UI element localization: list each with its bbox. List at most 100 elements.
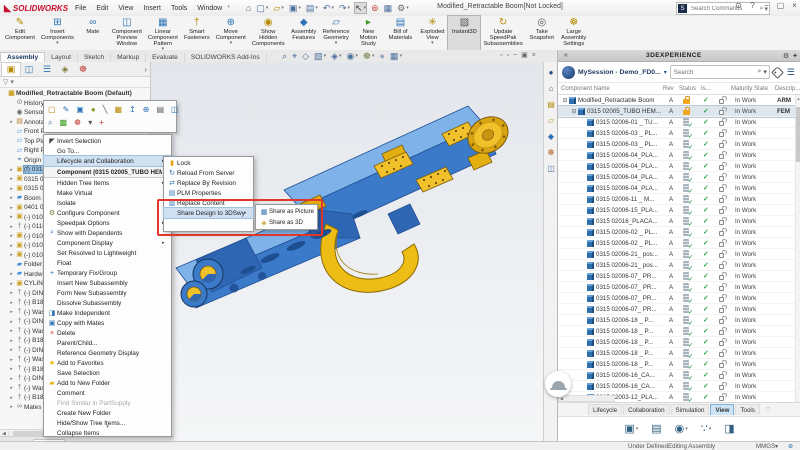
session-caret-icon[interactable]: ▾ (664, 69, 667, 76)
context-menu-item[interactable]: Lifecycle and Collaboration ▸ (44, 156, 171, 166)
share-submenu-item[interactable]: ◈ Share as 3D (256, 217, 317, 228)
document-window-button[interactable]: × (532, 51, 536, 61)
ribbon-tab[interactable]: Assembly (0, 52, 45, 62)
expand-arrow-icon[interactable]: ▸ (8, 243, 15, 249)
pin-icon[interactable]: ✦ (792, 52, 798, 60)
panel-tab[interactable]: View (710, 404, 734, 415)
ribbon-button[interactable]: ▱ Reference Geometry ▾ (320, 16, 353, 50)
component-row[interactable]: ⊟ 0315 02006-21_ pos... A ✓ In Work (558, 260, 800, 271)
view-tool-button[interactable]: ▧▾ (314, 51, 326, 61)
menu-item[interactable]: View (117, 4, 134, 13)
context-menu-item[interactable]: Form New Subassembly ▸ (44, 288, 171, 298)
dropdown-caret-icon[interactable]: ▾ (266, 3, 269, 13)
context-menu-item[interactable]: Insert New Subassembly ▸ (44, 278, 171, 288)
expand-arrow-icon[interactable]: ▸ (8, 205, 15, 211)
ribbon-button[interactable]: ▦ Linear Component Pattern ▾ (145, 16, 181, 50)
context-menu-item[interactable]: Go To... ▸ (44, 146, 171, 156)
manager-tab[interactable]: ◈ (56, 63, 74, 76)
ribbon-button[interactable]: † Smart Fasteners ▾ (181, 16, 213, 50)
ribbon-button[interactable]: ▸ New Motion Study ▾ (352, 16, 384, 50)
ribbon-button[interactable]: ◫ Component Preview Window ▾ (109, 16, 145, 50)
dropdown-caret-icon[interactable]: ▾ (298, 3, 301, 13)
context-menu-item[interactable]: Comment ▸ (44, 388, 171, 398)
context-tool-icon[interactable]: ▾ (88, 118, 92, 128)
expand-arrow-icon[interactable]: ▸ (8, 195, 15, 201)
ribbon-button[interactable]: ✳ Exploded View ▾ (416, 16, 448, 50)
expand-arrow-icon[interactable]: ▸ (8, 271, 15, 277)
component-row[interactable]: ⊟ 0315 02006-15_PLA... A ✓ In Work (558, 205, 800, 216)
manager-tab[interactable]: ◫ (20, 63, 38, 76)
dropdown-caret-icon[interactable]: ▾ (230, 41, 233, 45)
expand-arrow-icon[interactable]: ▸ (8, 233, 15, 239)
component-row[interactable]: ⊟ 0315 02006-18 _ P... A ✓ In Work (558, 315, 800, 326)
component-row[interactable]: ⊟ 0315 02006-07_ PR... A ✓ In Work (558, 271, 800, 282)
submenu-item[interactable]: ▮ Lock ▸ (164, 158, 253, 168)
component-row[interactable]: ⊟ 0315 02006-07_ PR... A ✓ In Work (558, 282, 800, 293)
context-tool-icon[interactable]: ▣ (76, 105, 84, 115)
component-row[interactable]: ⊟ 0315 02006-03 _ PL... A ✓ In Work (558, 139, 800, 150)
dropdown-caret-icon[interactable]: ▾ (281, 3, 284, 13)
ribbon-button[interactable]: ☸ Large Assembly Settings ▾ (558, 16, 590, 50)
avatar[interactable] (562, 66, 575, 79)
component-row[interactable]: ⊟ 0315 02006-18 _ P... A ✓ In Work (558, 348, 800, 359)
vertical-scrollbar[interactable]: ▲ (795, 95, 800, 402)
scrollbar-thumb[interactable] (796, 107, 800, 162)
ribbon-tab[interactable]: Markup (111, 53, 146, 62)
menu-item[interactable]: Edit (95, 4, 109, 13)
ribbon-button[interactable]: ◆ Assembly Features ▾ (288, 16, 320, 50)
document-window-button[interactable]: ▫ (506, 51, 508, 61)
quick-access-button[interactable]: ⚙▾ (397, 3, 409, 13)
document-window-button[interactable]: − (513, 51, 517, 61)
context-menu-item[interactable]: Save Selection ▸ (44, 368, 171, 378)
window-control-button[interactable]: × (790, 1, 799, 10)
view-tool-button[interactable]: ◈▾ (331, 51, 341, 61)
view-tool-button[interactable]: ●▾ (379, 51, 384, 61)
expand-arrow-icon[interactable]: ▸ (8, 338, 15, 344)
context-menu-item[interactable]: Make Virtual ▸ (44, 188, 171, 198)
component-row[interactable]: ⊟ 0315 02006-04_PLA... A ✓ In Work (558, 172, 800, 183)
ribbon-button[interactable]: ◉ Show Hidden Components ▾ (249, 16, 288, 50)
dropdown-caret-icon[interactable]: ▾ (431, 41, 434, 45)
filter-icon[interactable]: ▽ (3, 78, 8, 86)
expand-arrow-icon[interactable]: ▸ (8, 224, 15, 230)
context-menu-item[interactable]: ⚙ Configure Component ▸ (44, 208, 171, 218)
expander-icon[interactable]: ⊟ (570, 108, 578, 115)
expand-arrow-icon[interactable]: ▸ (8, 214, 15, 220)
expand-arrow-icon[interactable]: ▸ (8, 347, 15, 353)
context-tool-icon[interactable]: ◫ (171, 105, 179, 115)
component-search[interactable]: ⌕ ▾ (670, 65, 770, 79)
expand-arrow-icon[interactable]: ▸ (8, 357, 15, 363)
panel-tool-button[interactable]: ▣▾ (624, 424, 638, 434)
manager-tab[interactable]: ☰ (38, 63, 56, 76)
component-row[interactable]: ⊟ 0315 02005_TUBO HEM... A ✓ In Work FEM (558, 106, 800, 117)
menu-item[interactable]: File (74, 4, 87, 13)
component-row[interactable]: ⊟ 0315 02016_PLACA... A ✓ In Work (558, 216, 800, 227)
context-tool-icon[interactable]: ╲ (103, 105, 108, 115)
window-control-button[interactable]: ⊙ (734, 1, 743, 10)
expander-icon[interactable]: ⊟ (561, 97, 569, 104)
flyout-arrow-icon[interactable]: › (144, 65, 147, 74)
quick-access-button[interactable]: ▦▾ (384, 3, 393, 13)
context-menu-item[interactable]: × Delete ▸ (44, 328, 171, 338)
component-row[interactable]: ⊟ 0315 02006-01 _ TU... A ✓ In Work (558, 117, 800, 128)
menu-item[interactable]: Window (196, 4, 223, 13)
expand-arrow-icon[interactable]: ▸ (8, 404, 15, 410)
column-status[interactable]: Status (679, 86, 701, 92)
dropdown-caret-icon[interactable]: ▾ (636, 424, 639, 434)
quick-access-button[interactable]: ↖▾ (355, 3, 366, 13)
context-menu-item[interactable]: Float ▸ (44, 258, 171, 268)
component-row[interactable]: ⊟ 0315 02006-07_ PR... A ✓ In Work (558, 293, 800, 304)
component-row[interactable]: ⊟ 0315 02006-07_ PR... A ✓ In Work (558, 304, 800, 315)
submenu-item[interactable]: ▥ Replace Content ▸ (164, 198, 253, 208)
ribbon-tab[interactable]: Evaluate (146, 53, 185, 62)
search-caret-icon[interactable]: ▾ (763, 68, 767, 76)
dropdown-caret-icon[interactable]: ▾ (315, 3, 318, 13)
component-row[interactable]: ⊟ 0315 02006-11 _ M... A ✓ In Work (558, 194, 800, 205)
context-tool-icon[interactable]: ⊕ (143, 105, 150, 115)
expand-arrow-icon[interactable]: ▸ (8, 119, 15, 125)
expand-arrow-icon[interactable]: ▸ (8, 385, 15, 391)
submenu-item[interactable]: Share Design to 3DSwym ▸ (164, 208, 253, 218)
expand-arrow-icon[interactable]: ▸ (8, 309, 15, 315)
dropdown-caret-icon[interactable]: ▾ (685, 424, 688, 434)
view-tool-button[interactable]: ◉▾ (347, 51, 358, 61)
